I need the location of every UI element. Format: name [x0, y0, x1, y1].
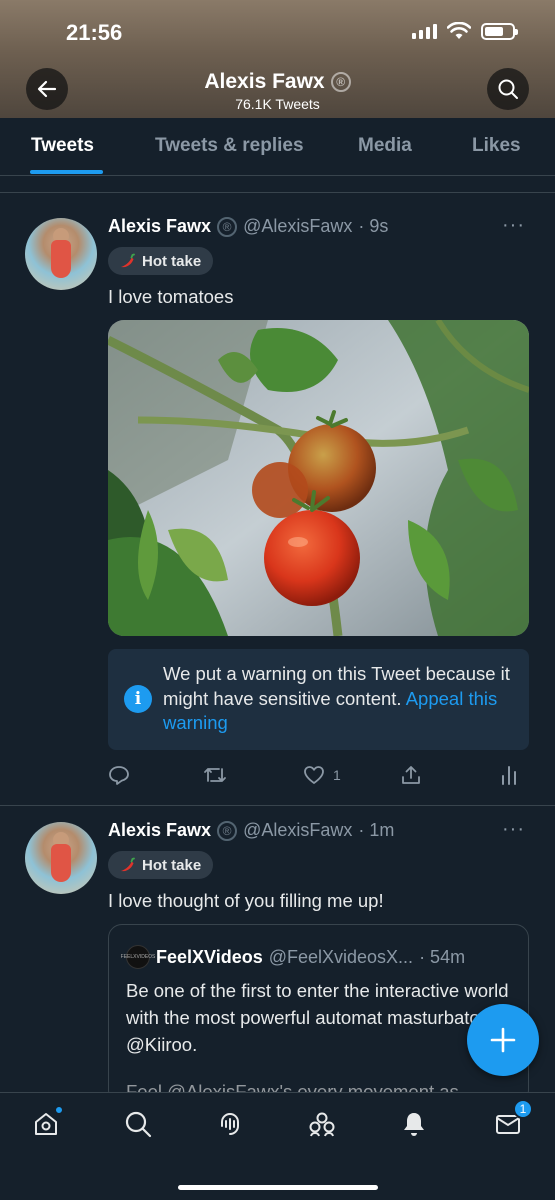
profile-header: 21:56 Alexis Fawx ® 76.1K Tweets: [0, 0, 555, 118]
profile-name: Alexis Fawx: [204, 70, 325, 93]
sensitive-content-warning: i We put a warning on this Tweet because…: [108, 649, 529, 750]
analytics-button[interactable]: [499, 764, 519, 786]
reply-button[interactable]: [108, 764, 130, 786]
new-content-dot: [55, 1106, 63, 1114]
quoted-time: · 54m: [419, 946, 466, 967]
tweet-media-image[interactable]: [108, 320, 529, 636]
avatar[interactable]: [25, 822, 97, 894]
home-indicator[interactable]: [178, 1185, 378, 1190]
signal-icon: [412, 23, 437, 39]
nav-messages[interactable]: 1: [493, 1099, 533, 1139]
tweet-text: I love tomatoes: [108, 286, 234, 307]
hot-take-label[interactable]: Hot take: [108, 247, 214, 275]
quoted-tweet[interactable]: FEELXVIDEOS FeelXVideos @FeelXvideosX...…: [108, 924, 529, 1104]
reply-icon: [109, 766, 129, 785]
plus-icon: [490, 1027, 516, 1053]
tweet-author-name[interactable]: Alexis Fawx: [108, 820, 211, 841]
chili-pepper-icon: [121, 857, 135, 872]
tweet[interactable]: Alexis Fawx ® @AlexisFawx · 9s ··· Hot t…: [0, 194, 555, 804]
tomato-photo-icon: [108, 320, 529, 636]
hot-take-label[interactable]: Hot take: [108, 851, 214, 879]
registered-icon: ®: [330, 72, 351, 92]
retweet-icon: [204, 768, 226, 782]
search-icon: [125, 1111, 152, 1138]
wifi-icon: [447, 22, 471, 39]
nav-notifications[interactable]: [399, 1109, 429, 1139]
notifications-icon: [404, 1113, 424, 1136]
quoted-avatar[interactable]: FEELXVIDEOS: [121, 945, 155, 969]
quoted-author-handle[interactable]: @FeelXvideosX...: [269, 947, 413, 968]
tab-tweets-replies[interactable]: Tweets & replies: [155, 135, 304, 157]
battery-icon: [481, 22, 518, 40]
analytics-icon: [502, 766, 516, 785]
more-options-icon[interactable]: ···: [502, 818, 525, 841]
search-button[interactable]: [487, 68, 529, 110]
hot-take-text: Hot take: [142, 252, 202, 270]
tab-tweets[interactable]: Tweets: [31, 135, 94, 157]
avatar[interactable]: [25, 218, 97, 290]
status-time: 21:56: [66, 20, 123, 45]
tab-likes[interactable]: Likes: [472, 135, 521, 157]
chili-pepper-icon: [121, 253, 135, 268]
tweet-author-handle[interactable]: @AlexisFawx: [243, 820, 352, 841]
share-icon: [402, 766, 420, 784]
tweet-time: · 1m: [358, 820, 395, 840]
tweet-author-name[interactable]: Alexis Fawx: [108, 216, 211, 237]
more-options-icon[interactable]: ···: [502, 214, 525, 237]
share-button[interactable]: [400, 764, 422, 786]
hot-take-text: Hot take: [142, 856, 202, 874]
retweet-button[interactable]: [203, 764, 227, 786]
registered-icon: ®: [217, 820, 238, 841]
registered-icon: ®: [217, 216, 238, 237]
quoted-author-name[interactable]: FeelXVideos: [156, 947, 263, 968]
like-count: 1: [333, 767, 341, 783]
active-tab-indicator: [30, 170, 103, 174]
tabs-spacer: [0, 176, 555, 193]
spaces-icon: [221, 1113, 239, 1135]
nav-search[interactable]: [123, 1109, 153, 1139]
communities-icon: [309, 1112, 335, 1137]
bottom-navigation: 1: [0, 1092, 555, 1200]
profile-tabs: Tweets Tweets & replies Media Likes: [0, 118, 555, 176]
heart-icon: [304, 766, 324, 784]
nav-communities[interactable]: [307, 1109, 337, 1139]
tweet-author-handle[interactable]: @AlexisFawx: [243, 216, 352, 237]
nav-home[interactable]: [31, 1106, 63, 1139]
tab-media[interactable]: Media: [358, 135, 412, 157]
tweet-time: · 9s: [358, 216, 389, 236]
tweet-text: I love thought of you filling me up!: [108, 890, 384, 911]
messages-badge: 1: [513, 1099, 533, 1119]
status-icons: [412, 22, 518, 40]
profile-title: Alexis Fawx ® 76.1K Tweets: [0, 70, 555, 112]
tweet-actions: 1: [108, 764, 529, 788]
like-button[interactable]: 1: [303, 764, 341, 786]
info-icon: i: [124, 685, 152, 713]
compose-tweet-button[interactable]: [467, 1004, 539, 1076]
nav-spaces[interactable]: [215, 1109, 245, 1139]
home-icon: [35, 1113, 57, 1135]
search-icon: [498, 79, 518, 99]
tweet-count: 76.1K Tweets: [235, 96, 320, 112]
quoted-text: Be one of the first to enter the interac…: [126, 980, 511, 1055]
